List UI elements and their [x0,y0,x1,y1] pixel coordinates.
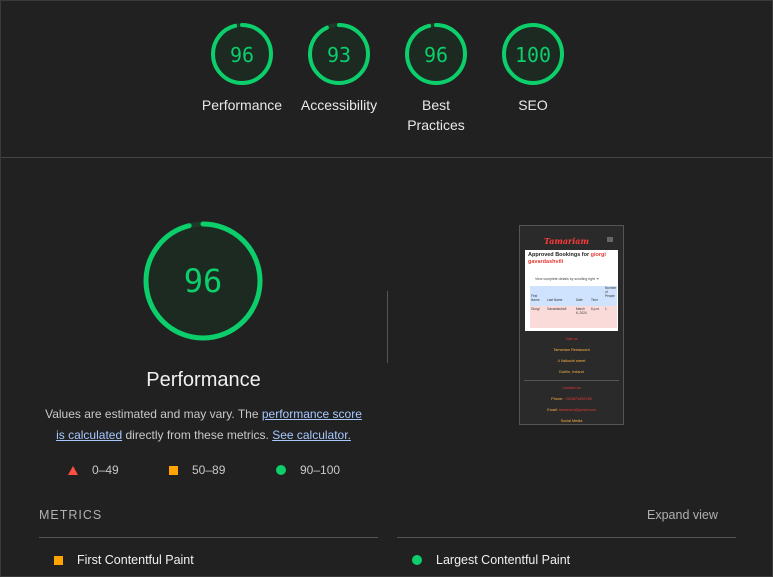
thumb-table-row: Giorgi Gavardashvili March 6, 2024 6 p.m… [530,306,617,328]
category-label: SEO [518,97,548,113]
category-label: Accessibility [300,97,378,113]
metrics-heading: METRICS [39,508,103,522]
thumb-heading: Approved Bookings for giorgi [528,252,606,258]
score-value: 96 [230,43,254,67]
hamburger-icon [607,237,613,242]
page-screenshot-thumbnail[interactable]: Tamariam Approved Bookings for giorgi ga… [519,225,624,425]
see-calculator-link[interactable]: See calculator. [272,428,351,442]
red-triangle-icon [68,465,78,475]
category-label: Performance [201,97,283,113]
category-label: Best Practices [407,97,465,133]
legend-range: 0–49 [92,463,119,477]
gauge-ring: 96 [211,23,273,85]
metrics-divider [39,537,378,538]
gauge-accessibility[interactable]: 93 Accessibility [294,21,384,115]
gauge-ring: 96 [405,23,467,85]
metric-lcp[interactable]: Largest Contentful Paint [412,553,570,567]
thumb-header: Tamariam [520,226,623,250]
green-circle-icon [412,555,422,565]
legend-fail: 0–49 [68,463,119,477]
legend-average: 50–89 [169,463,225,477]
expand-view-button[interactable]: Expand view [647,508,718,522]
thumb-footer: Visit us Tamariam Restaurant 4 Valkuzhi … [520,334,623,424]
gauge-best-practices[interactable]: 96 Best Practices [391,21,481,135]
legend-range: 50–89 [192,463,226,477]
performance-score: 96 [184,262,223,300]
gauge-seo[interactable]: 100 SEO [488,21,578,115]
gauge-performance[interactable]: 96 Performance [197,21,287,115]
metrics-divider [397,537,736,538]
thumb-link: View complete details by scrolling right… [535,277,599,281]
thumb-table-header: First Name Last Name Date Time Number of… [530,286,617,306]
orange-square-icon [54,555,63,565]
metric-label: Largest Contentful Paint [436,553,571,567]
metric-label: First Contentful Paint [77,553,194,567]
category-scores: 96 Performance 93 Accessibility 96 Best … [1,1,772,158]
metric-fcp[interactable]: First Contentful Paint [54,553,194,567]
desc-text: Values are estimated and may vary. The [45,407,262,421]
orange-square-icon [169,465,178,475]
gauge-ring: 93 [308,23,370,85]
gauge-ring: 96 [143,221,263,341]
score-value: 96 [424,43,448,67]
legend-range: 90–100 [300,463,341,477]
gauge-ring: 100 [502,23,564,85]
performance-title: Performance [146,369,261,391]
score-value: 100 [515,43,551,67]
thumb-bookings-card: Approved Bookings for giorgi gavardashvi… [525,250,618,331]
thumb-heading-name: gavardashvili [528,259,564,265]
performance-description: Values are estimated and may vary. The p… [41,404,366,446]
thumb-logo: Tamariam [544,236,589,246]
green-circle-icon [276,465,286,475]
legend-pass: 90–100 [276,463,340,477]
desc-text: directly from these metrics. [122,428,273,442]
score-value: 93 [327,43,351,67]
performance-gauge: 96 [142,220,264,347]
vertical-divider [387,291,388,363]
